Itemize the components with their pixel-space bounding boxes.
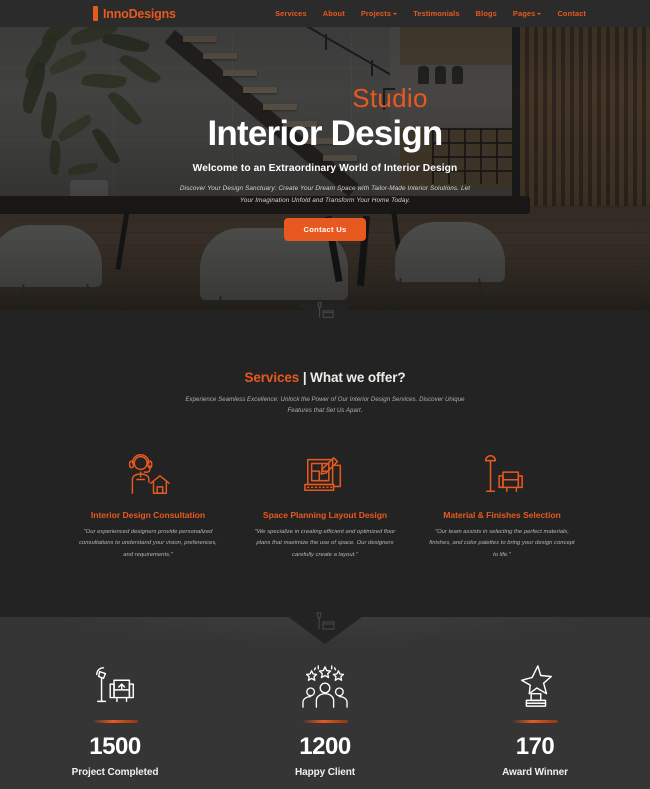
nav-item-projects[interactable]: Projects xyxy=(360,9,398,18)
services-title-plain: | What we offer? xyxy=(302,370,406,385)
nav-item-about[interactable]: About xyxy=(323,9,345,18)
nav-item-blogs[interactable]: Blogs xyxy=(476,9,497,18)
hero-description: Discover Your Design Sanctuary: Create Y… xyxy=(179,184,471,204)
stat-number: 1200 xyxy=(299,733,351,760)
nav-label: Testimonials xyxy=(413,9,460,18)
stat-underline xyxy=(512,720,558,723)
services-title: Services | What we offer? xyxy=(0,370,650,385)
lamp-sofa-icon xyxy=(425,450,580,498)
nav-item-testimonials[interactable]: Testimonials xyxy=(413,9,459,18)
service-card-desc: "Our experienced designers provide perso… xyxy=(79,528,217,558)
chevron-down-icon xyxy=(393,13,398,15)
hero-section: Studio Interior Design Welcome to an Ext… xyxy=(0,0,650,310)
service-card-space-planning[interactable]: Space Planning Layout Design "We special… xyxy=(248,450,403,562)
stat-underline xyxy=(92,720,138,723)
services-subtitle: Experience Seamless Excellence: Unlock t… xyxy=(185,396,465,415)
stat-label: Happy Client xyxy=(295,767,355,778)
service-card-title: Space Planning Layout Design xyxy=(262,509,388,520)
hero-eyebrow: Studio xyxy=(352,83,428,113)
stat-label: Project Completed xyxy=(71,767,159,778)
stat-project-completed: 1500 Project Completed xyxy=(40,659,190,778)
nav-label: About xyxy=(322,9,345,18)
stat-award-winner: 170 Award Winner xyxy=(460,659,610,778)
nav-item-services[interactable]: Services xyxy=(275,9,307,18)
stat-underline xyxy=(302,720,348,723)
services-section: Services | What we offer? Experience Sea… xyxy=(0,310,650,617)
section-divider-arrow-top xyxy=(298,304,352,326)
stat-number: 1500 xyxy=(89,733,141,760)
stat-number: 170 xyxy=(515,733,555,760)
nav-item-contact[interactable]: Contact xyxy=(557,9,586,18)
nav-label: Projects xyxy=(360,9,392,18)
logo-bar-icon xyxy=(93,6,98,21)
nav-label: Pages xyxy=(512,9,536,18)
stat-happy-client: 1200 Happy Client xyxy=(250,659,400,778)
stat-label: Award Winner xyxy=(502,767,568,778)
logo[interactable]: InnoDesigns xyxy=(93,6,176,21)
nav-label: Services xyxy=(275,9,307,18)
logo-text: InnoDesigns xyxy=(103,6,176,21)
chevron-down-icon xyxy=(537,13,542,15)
main-navigation: Services About Projects Testimonials Blo… xyxy=(275,9,586,18)
service-card-title: Interior Design Consultation xyxy=(90,509,206,520)
service-card-consultation[interactable]: Interior Design Consultation "Our experi… xyxy=(71,450,226,562)
site-header: InnoDesigns Services About Projects Test… xyxy=(0,0,650,27)
services-title-accent: Services xyxy=(244,370,300,385)
services-card-list: Interior Design Consultation "Our experi… xyxy=(0,450,650,562)
hero-subtitle: Welcome to an Extraordinary World of Int… xyxy=(192,162,458,174)
star-trophy-icon xyxy=(460,659,610,711)
hero-title: Interior Design xyxy=(207,114,444,153)
service-card-materials[interactable]: Material & Finishes Selection "Our team … xyxy=(425,450,580,562)
nav-label: Contact xyxy=(557,9,586,18)
people-stars-icon xyxy=(250,659,400,711)
lamp-armchair-icon xyxy=(40,659,190,711)
nav-item-pages[interactable]: Pages xyxy=(513,9,542,18)
contact-us-button[interactable]: Contact Us xyxy=(284,218,366,242)
nav-label: Blogs xyxy=(475,9,497,18)
service-card-desc: "We specialize in creating efficient and… xyxy=(254,528,396,558)
section-divider-arrow-mid xyxy=(287,616,363,644)
landing-page: Studio Interior Design Welcome to an Ext… xyxy=(0,0,650,789)
blueprint-floorplan-icon xyxy=(248,450,403,498)
consultant-house-icon xyxy=(71,450,226,498)
service-card-title: Material & Finishes Selection xyxy=(443,509,561,520)
service-card-desc: "Our team assists in selecting the perfe… xyxy=(429,528,575,558)
